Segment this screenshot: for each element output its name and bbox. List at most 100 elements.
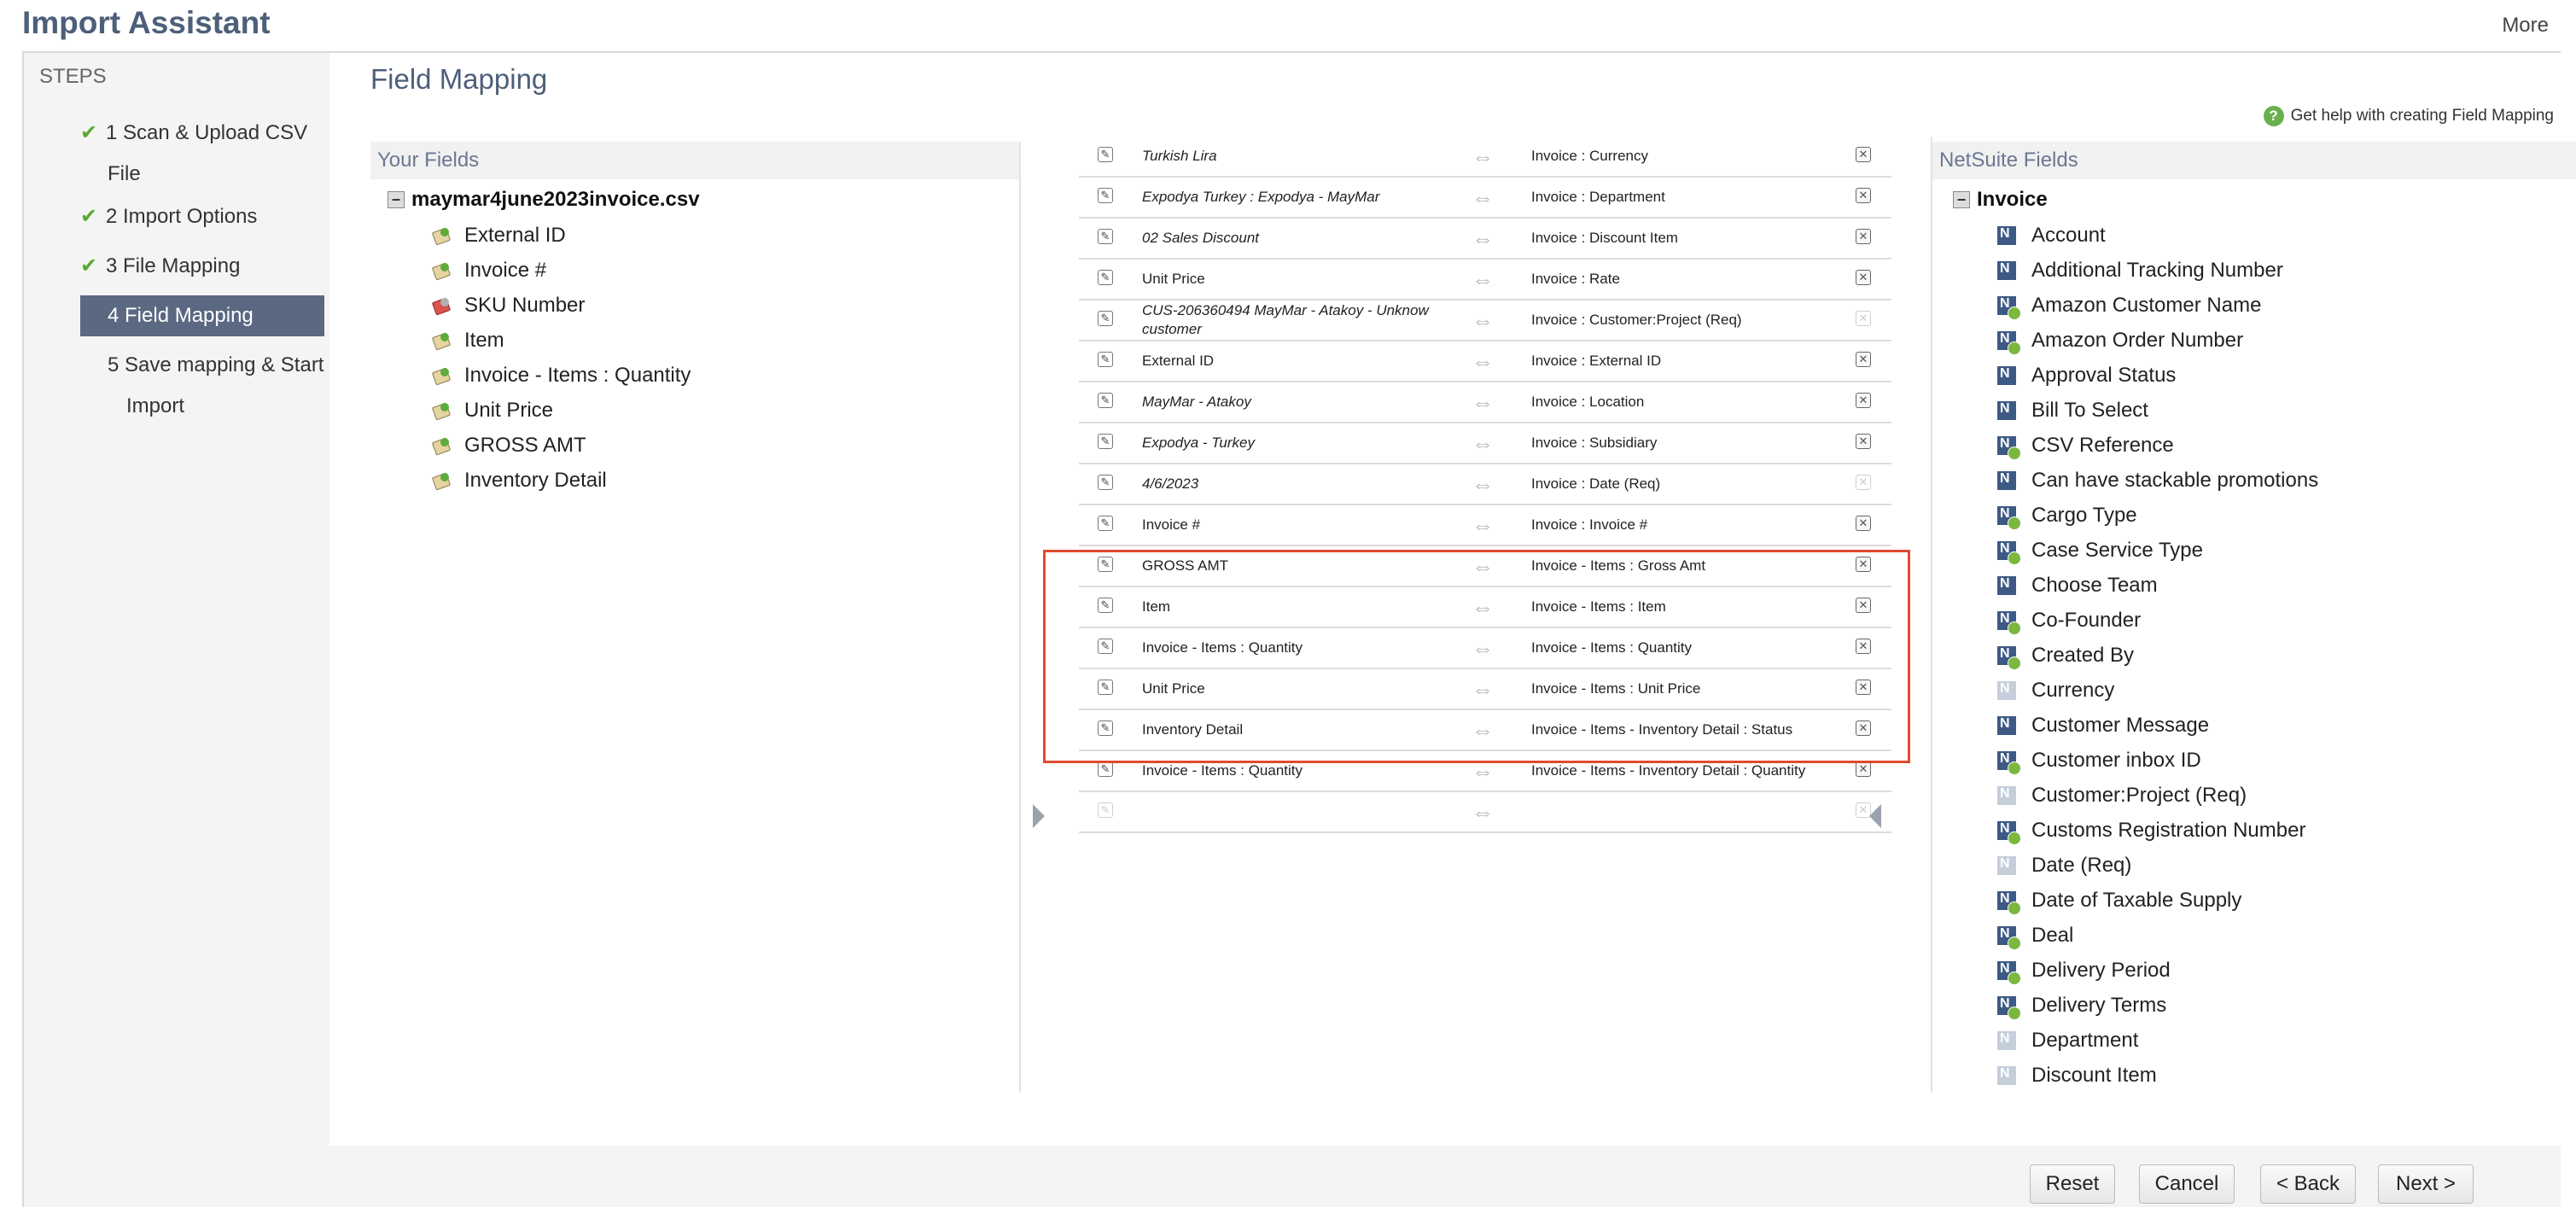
delete-icon[interactable]: ✕ — [1856, 270, 1871, 285]
edit-icon[interactable]: ✎ — [1098, 802, 1113, 818]
mapping-row[interactable]: ✎ Invoice - Items : Quantity ⇔ Invoice - It… — [1079, 628, 1891, 669]
mapping-row[interactable]: ✎ 4/6/2023 ⇔ Invoice : Date (Req) ✕ — [1079, 464, 1891, 505]
netsuite-field-item[interactable]: Amazon Customer Name — [1997, 294, 2261, 320]
netsuite-field-item[interactable]: Currency — [1997, 679, 2114, 703]
delete-icon[interactable]: ✕ — [1856, 311, 1871, 326]
netsuite-field-item[interactable]: Deal — [1997, 924, 2073, 950]
your-field-item[interactable]: SKU Number — [432, 294, 585, 318]
mapping-row[interactable]: ✎ Turkish Lira ⇔ Invoice : Currency ✕ — [1079, 137, 1891, 178]
cancel-button[interactable]: Cancel — [2139, 1164, 2235, 1204]
scroll-left-triangle[interactable] — [1033, 804, 1045, 828]
your-field-item[interactable]: External ID — [432, 224, 566, 248]
netsuite-field-item[interactable]: Department — [1997, 1029, 2138, 1053]
mapping-row[interactable]: ✎ Invoice # ⇔ Invoice : Invoice # ✕ — [1079, 505, 1891, 546]
step-4-active[interactable]: 4 Field Mapping — [80, 295, 324, 336]
edit-icon[interactable]: ✎ — [1098, 598, 1113, 613]
mapping-row[interactable]: ✎ CUS-206360494 MayMar - Atakoy - Unknow … — [1079, 300, 1891, 341]
edit-icon[interactable]: ✎ — [1098, 721, 1113, 736]
edit-icon[interactable]: ✎ — [1098, 557, 1113, 572]
next-button[interactable]: Next > — [2378, 1164, 2474, 1204]
your-field-item[interactable]: Item — [432, 329, 504, 353]
your-field-item[interactable]: Inventory Detail — [432, 469, 607, 493]
delete-icon[interactable]: ✕ — [1856, 680, 1871, 695]
your-field-item[interactable]: Invoice # — [432, 259, 546, 283]
delete-icon[interactable]: ✕ — [1856, 352, 1871, 367]
delete-icon[interactable]: ✕ — [1856, 557, 1871, 572]
delete-icon[interactable]: ✕ — [1856, 475, 1871, 490]
delete-icon[interactable]: ✕ — [1856, 598, 1871, 613]
mapping-row[interactable]: ✎ Unit Price ⇔ Invoice - Items : Unit Price… — [1079, 669, 1891, 710]
netsuite-field-item[interactable]: Customer inbox ID — [1997, 749, 2201, 775]
netsuite-field-item[interactable]: Delivery Terms — [1997, 994, 2166, 1020]
edit-icon[interactable]: ✎ — [1098, 352, 1113, 367]
invoice-node[interactable]: − Invoice — [1953, 188, 2048, 212]
netsuite-field-item[interactable]: Delivery Period — [1997, 959, 2171, 985]
edit-icon[interactable]: ✎ — [1098, 434, 1113, 449]
your-field-item[interactable]: Unit Price — [432, 399, 553, 423]
edit-icon[interactable]: ✎ — [1098, 270, 1113, 285]
step-1[interactable]: ✔ 1 Scan & Upload CSV — [80, 113, 324, 154]
mapping-row[interactable]: ✎ Invoice - Items : Quantity ⇔ Invoice - It… — [1079, 751, 1891, 792]
netsuite-field-item[interactable]: Co-Founder — [1997, 609, 2141, 635]
mapping-row[interactable]: ✎ Expodya - Turkey ⇔ Invoice : Subsidiary ✕ — [1079, 423, 1891, 464]
edit-icon[interactable]: ✎ — [1098, 311, 1113, 326]
collapse-icon[interactable]: − — [1953, 191, 1970, 208]
netsuite-field-item[interactable]: Can have stackable promotions — [1997, 469, 2318, 493]
delete-icon[interactable]: ✕ — [1856, 639, 1871, 654]
more-link[interactable]: More — [2502, 14, 2549, 38]
netsuite-field-item[interactable]: Date of Taxable Supply — [1997, 889, 2241, 915]
your-field-item[interactable]: Invoice - Items : Quantity — [432, 364, 691, 388]
netsuite-field-item[interactable]: Customer:Project (Req) — [1997, 784, 2247, 808]
step-5-line2[interactable]: Import — [80, 386, 324, 427]
step-1-line2[interactable]: File — [80, 154, 324, 195]
back-button[interactable]: < Back — [2260, 1164, 2356, 1204]
mapping-row[interactable]: ✎ GROSS AMT ⇔ Invoice - Items : Gross Amt ✕ — [1079, 546, 1891, 587]
delete-icon[interactable]: ✕ — [1856, 434, 1871, 449]
delete-icon[interactable]: ✕ — [1856, 721, 1871, 736]
edit-icon[interactable]: ✎ — [1098, 393, 1113, 408]
edit-icon[interactable]: ✎ — [1098, 516, 1113, 531]
step-3[interactable]: ✔ 3 File Mapping — [80, 246, 324, 287]
mapping-row[interactable]: ✎ Expodya Turkey : Expodya - MayMar ⇔ Invoi… — [1079, 178, 1891, 219]
delete-icon[interactable]: ✕ — [1856, 516, 1871, 531]
step-2[interactable]: ✔ 2 Import Options — [80, 196, 324, 237]
netsuite-field-item[interactable]: Approval Status — [1997, 364, 2176, 388]
collapse-icon[interactable]: − — [388, 191, 405, 208]
mapping-row[interactable]: ✎ MayMar - Atakoy ⇔ Invoice : Location ✕ — [1079, 382, 1891, 423]
mapping-row[interactable]: ✎ Inventory Detail ⇔ Invoice - Items - Inve… — [1079, 710, 1891, 751]
delete-icon[interactable]: ✕ — [1856, 761, 1871, 777]
help-link[interactable]: ? Get help with creating Field Mapping — [2263, 106, 2554, 126]
edit-icon[interactable]: ✎ — [1098, 229, 1113, 244]
csv-file-node[interactable]: − maymar4june2023invoice.csv — [388, 188, 700, 212]
edit-icon[interactable]: ✎ — [1098, 475, 1113, 490]
delete-icon[interactable]: ✕ — [1856, 188, 1871, 203]
netsuite-field-item[interactable]: Bill To Select — [1997, 399, 2148, 423]
delete-icon[interactable]: ✕ — [1856, 393, 1871, 408]
netsuite-field-item[interactable]: Choose Team — [1997, 574, 2158, 598]
netsuite-field-item[interactable]: Customer Message — [1997, 714, 2209, 738]
edit-icon[interactable]: ✎ — [1098, 761, 1113, 777]
scroll-right-triangle[interactable] — [1869, 804, 1881, 828]
netsuite-field-item[interactable]: Account — [1997, 224, 2106, 248]
netsuite-field-item[interactable]: Discount Item — [1997, 1064, 2157, 1088]
delete-icon[interactable]: ✕ — [1856, 229, 1871, 244]
netsuite-field-item[interactable]: Date (Req) — [1997, 854, 2131, 878]
edit-icon[interactable]: ✎ — [1098, 680, 1113, 695]
netsuite-field-item[interactable]: Created By — [1997, 644, 2134, 670]
edit-icon[interactable]: ✎ — [1098, 639, 1113, 654]
edit-icon[interactable]: ✎ — [1098, 147, 1113, 162]
mapping-row[interactable]: ✎ External ID ⇔ Invoice : External ID ✕ — [1079, 341, 1891, 382]
your-field-item[interactable]: GROSS AMT — [432, 434, 586, 458]
mapping-row-empty[interactable]: ✎ ⇔ ✕ — [1079, 792, 1891, 833]
mapping-row[interactable]: ✎ 02 Sales Discount ⇔ Invoice : Discount It… — [1079, 219, 1891, 260]
netsuite-field-item[interactable]: Customs Registration Number — [1997, 819, 2305, 845]
step-5[interactable]: 5 Save mapping & Start — [80, 345, 324, 386]
netsuite-field-item[interactable]: Cargo Type — [1997, 504, 2137, 530]
mapping-row[interactable]: ✎ Unit Price ⇔ Invoice : Rate ✕ — [1079, 260, 1891, 300]
netsuite-field-item[interactable]: CSV Reference — [1997, 434, 2174, 460]
netsuite-field-item[interactable]: Additional Tracking Number — [1997, 259, 2283, 283]
netsuite-field-item[interactable]: Case Service Type — [1997, 539, 2203, 565]
mapping-row[interactable]: ✎ Item ⇔ Invoice - Items : Item ✕ — [1079, 587, 1891, 628]
reset-button[interactable]: Reset — [2030, 1164, 2115, 1204]
netsuite-field-item[interactable]: Amazon Order Number — [1997, 329, 2243, 355]
